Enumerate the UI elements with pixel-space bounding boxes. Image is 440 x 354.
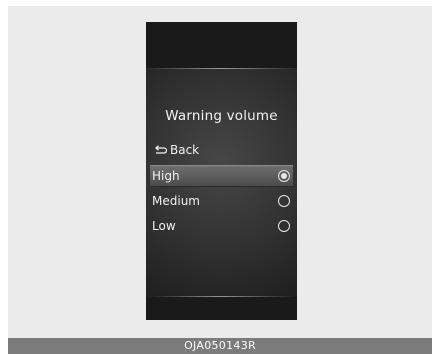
option-label: Low	[152, 219, 176, 233]
radio-selected-icon	[278, 170, 290, 182]
option-medium[interactable]: Medium	[150, 190, 293, 212]
radio-empty-icon	[278, 195, 290, 207]
bottom-divider	[146, 296, 297, 297]
option-high[interactable]: High	[150, 165, 293, 187]
figure-caption: OJA050143R	[184, 339, 256, 352]
option-label: High	[152, 169, 180, 183]
radio-empty-icon	[278, 220, 290, 232]
back-button[interactable]: Back	[154, 143, 199, 157]
top-divider	[146, 68, 297, 69]
back-label: Back	[170, 143, 200, 157]
menu-title: Warning volume	[165, 108, 278, 124]
return-arrow-icon	[154, 145, 167, 155]
option-label: Medium	[152, 194, 200, 208]
option-low[interactable]: Low	[150, 215, 293, 237]
cluster-display: Warning volume Back High Medium Low	[146, 22, 297, 320]
caption-bar: OJA050143R	[8, 338, 432, 354]
